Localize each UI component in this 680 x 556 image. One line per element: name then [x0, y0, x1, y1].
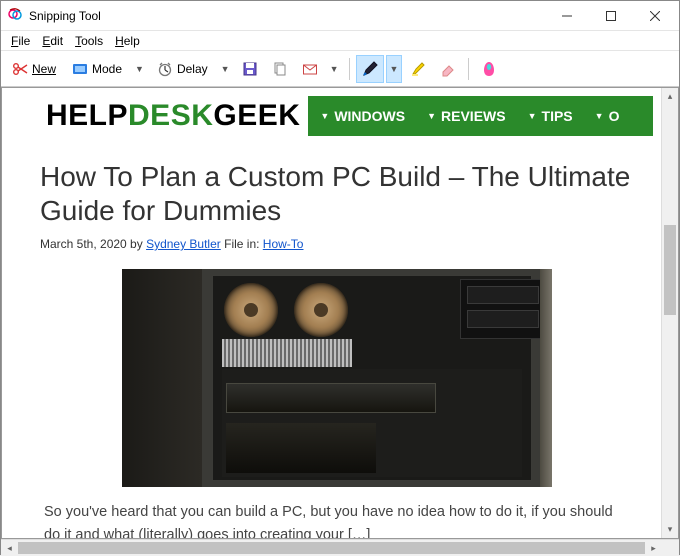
- scroll-thumb[interactable]: [664, 225, 676, 315]
- article-title: How To Plan a Custom PC Build – The Ulti…: [40, 160, 633, 227]
- hscroll-thumb[interactable]: [18, 542, 645, 554]
- article-meta: March 5th, 2020 by Sydney Butler File in…: [40, 237, 633, 251]
- envelope-icon: [302, 61, 318, 77]
- chevron-down-icon: ▼: [135, 64, 144, 74]
- article-excerpt: So you've heard that you can build a PC,…: [40, 501, 633, 539]
- delay-dropdown[interactable]: ▼: [217, 55, 234, 83]
- nav-label: WINDOWS: [334, 108, 405, 124]
- menu-file[interactable]: File: [5, 32, 36, 50]
- site-navbar: ▼WINDOWS ▼REVIEWS ▼TIPS ▼O: [308, 96, 653, 136]
- chevron-down-icon: ▼: [390, 64, 399, 74]
- toolbar: New Mode ▼ Delay ▼ ▼: [1, 51, 679, 87]
- snip-canvas[interactable]: HELP DESK GEEK ▼ WINDOWS ▼ REVIEWS ▼ TIPS ▼…: [1, 87, 679, 539]
- menu-help[interactable]: Help: [109, 32, 146, 50]
- scroll-up-arrow[interactable]: ▴: [662, 88, 678, 105]
- toolbar-separator: [349, 58, 350, 80]
- mode-label: Mode: [92, 62, 122, 76]
- eraser-icon: [440, 61, 456, 77]
- article-image: [122, 269, 552, 487]
- by-label: by: [127, 237, 146, 251]
- save-button[interactable]: [236, 55, 264, 83]
- article-date: March 5th, 2020: [40, 237, 127, 251]
- delay-label: Delay: [177, 62, 208, 76]
- captured-page: HELP DESK GEEK ▼ WINDOWS ▼ REVIEWS ▼ TIPS ▼…: [2, 88, 661, 539]
- pen-dropdown[interactable]: ▼: [386, 55, 403, 83]
- mode-dropdown[interactable]: ▼: [131, 55, 148, 83]
- scroll-left-arrow[interactable]: ◂: [1, 540, 18, 556]
- logo-part-geek: GEEK: [213, 99, 300, 133]
- article: How To Plan a Custom PC Build – The Ulti…: [2, 140, 661, 539]
- send-dropdown[interactable]: ▼: [326, 55, 343, 83]
- menu-tools[interactable]: Tools: [69, 32, 109, 50]
- scroll-right-arrow[interactable]: ▸: [645, 540, 662, 556]
- article-category-link[interactable]: How-To: [263, 237, 304, 251]
- file-in-label: File in:: [221, 237, 263, 251]
- chevron-down-icon: ▼: [595, 111, 604, 121]
- titlebar: Snipping Tool: [1, 1, 679, 31]
- copy-icon: [272, 61, 288, 77]
- nav-label: REVIEWS: [441, 108, 506, 124]
- delay-button[interactable]: Delay: [150, 55, 215, 83]
- scroll-track[interactable]: [662, 105, 678, 521]
- pen-icon: [362, 61, 378, 77]
- scrollbar-corner: [662, 540, 679, 556]
- nav-tips[interactable]: ▼ TIPS: [528, 108, 573, 124]
- site-logo: HELP DESK GEEK: [46, 99, 300, 133]
- chevron-down-icon: ▼: [320, 111, 329, 121]
- menu-edit[interactable]: Edit: [36, 32, 69, 50]
- toolbar-separator: [468, 58, 469, 80]
- nav-reviews[interactable]: ▼ REVIEWS: [427, 108, 506, 124]
- app-icon: [7, 8, 23, 24]
- chevron-down-icon: ▼: [528, 111, 537, 121]
- menubar: File Edit Tools Help: [1, 31, 679, 51]
- logo-part-help: HELP: [46, 99, 128, 133]
- logo-part-desk: DESK: [128, 99, 213, 133]
- scissors-icon: [12, 61, 28, 77]
- window-title: Snipping Tool: [29, 9, 101, 23]
- new-snip-button[interactable]: New: [5, 55, 63, 83]
- nav-label: TIPS: [542, 108, 573, 124]
- save-icon: [242, 61, 258, 77]
- highlighter-button[interactable]: [404, 55, 432, 83]
- vertical-scrollbar[interactable]: ▴ ▾: [661, 88, 678, 538]
- chevron-down-icon: ▼: [427, 111, 436, 121]
- paint3d-icon: [481, 61, 497, 77]
- chevron-down-icon: ▼: [330, 64, 339, 74]
- send-button[interactable]: [296, 55, 324, 83]
- minimize-button[interactable]: [545, 1, 589, 31]
- scroll-down-arrow[interactable]: ▾: [662, 521, 678, 538]
- chevron-down-icon: ▼: [221, 64, 230, 74]
- nav-label: O: [609, 108, 620, 124]
- copy-button[interactable]: [266, 55, 294, 83]
- maximize-button[interactable]: [589, 1, 633, 31]
- nav-overflow[interactable]: ▼O: [595, 108, 620, 124]
- mode-button[interactable]: Mode: [65, 55, 129, 83]
- horizontal-scrollbar[interactable]: ◂ ▸: [1, 539, 679, 556]
- article-author-link[interactable]: Sydney Butler: [146, 237, 221, 251]
- edit-paint3d-button[interactable]: [475, 55, 503, 83]
- nav-windows[interactable]: ▼ WINDOWS: [320, 108, 405, 124]
- eraser-button[interactable]: [434, 55, 462, 83]
- hscroll-track[interactable]: [18, 540, 645, 556]
- mode-icon: [72, 61, 88, 77]
- pen-button[interactable]: [356, 55, 384, 83]
- clock-icon: [157, 61, 173, 77]
- close-button[interactable]: [633, 1, 677, 31]
- site-header: HELP DESK GEEK ▼ WINDOWS ▼ REVIEWS ▼ TIPS ▼…: [2, 92, 661, 140]
- highlighter-icon: [410, 61, 426, 77]
- new-label: New: [32, 62, 56, 76]
